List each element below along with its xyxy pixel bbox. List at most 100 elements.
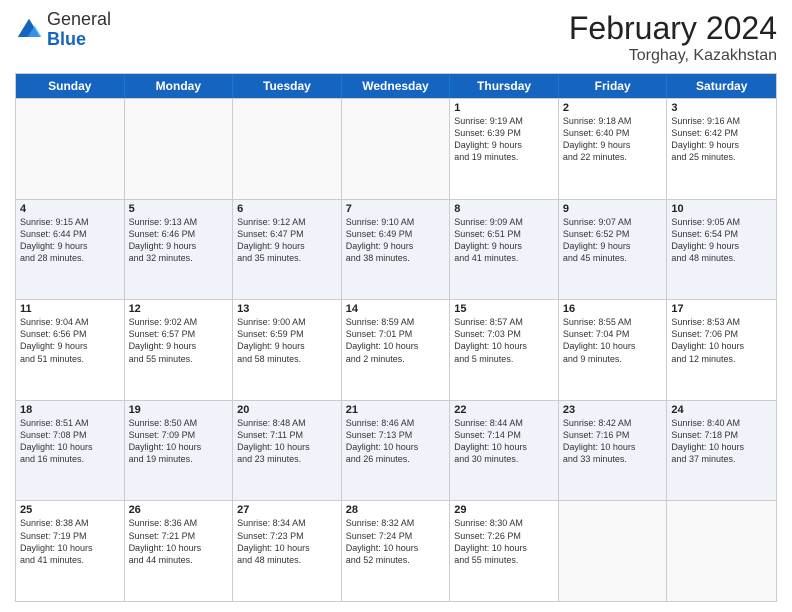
day-number: 15 [454, 303, 554, 315]
table-row: 12Sunrise: 9:02 AM Sunset: 6:57 PM Dayli… [125, 300, 234, 400]
day-number: 5 [129, 203, 229, 215]
subtitle: Torghay, Kazakhstan [569, 47, 777, 65]
table-row: 24Sunrise: 8:40 AM Sunset: 7:18 PM Dayli… [667, 401, 776, 501]
day-info: Sunrise: 8:59 AM Sunset: 7:01 PM Dayligh… [346, 316, 446, 365]
day-info: Sunrise: 8:44 AM Sunset: 7:14 PM Dayligh… [454, 417, 554, 466]
table-row: 11Sunrise: 9:04 AM Sunset: 6:56 PM Dayli… [16, 300, 125, 400]
day-number: 11 [20, 303, 120, 315]
day-number: 22 [454, 404, 554, 416]
table-row: 18Sunrise: 8:51 AM Sunset: 7:08 PM Dayli… [16, 401, 125, 501]
day-info: Sunrise: 8:32 AM Sunset: 7:24 PM Dayligh… [346, 517, 446, 566]
day-info: Sunrise: 9:19 AM Sunset: 6:39 PM Dayligh… [454, 115, 554, 164]
table-row: 26Sunrise: 8:36 AM Sunset: 7:21 PM Dayli… [125, 501, 234, 601]
table-row [233, 99, 342, 199]
day-number: 2 [563, 102, 663, 114]
table-row: 14Sunrise: 8:59 AM Sunset: 7:01 PM Dayli… [342, 300, 451, 400]
day-number: 21 [346, 404, 446, 416]
day-number: 3 [671, 102, 772, 114]
day-number: 18 [20, 404, 120, 416]
table-row: 16Sunrise: 8:55 AM Sunset: 7:04 PM Dayli… [559, 300, 668, 400]
table-row: 15Sunrise: 8:57 AM Sunset: 7:03 PM Dayli… [450, 300, 559, 400]
table-row: 7Sunrise: 9:10 AM Sunset: 6:49 PM Daylig… [342, 200, 451, 300]
day-number: 12 [129, 303, 229, 315]
header: General Blue February 2024 Torghay, Kaza… [15, 10, 777, 65]
table-row: 6Sunrise: 9:12 AM Sunset: 6:47 PM Daylig… [233, 200, 342, 300]
table-row: 9Sunrise: 9:07 AM Sunset: 6:52 PM Daylig… [559, 200, 668, 300]
table-row: 25Sunrise: 8:38 AM Sunset: 7:19 PM Dayli… [16, 501, 125, 601]
day-number: 17 [671, 303, 772, 315]
day-number: 29 [454, 504, 554, 516]
table-row: 5Sunrise: 9:13 AM Sunset: 6:46 PM Daylig… [125, 200, 234, 300]
table-row [667, 501, 776, 601]
header-sunday: Sunday [16, 74, 125, 98]
table-row: 10Sunrise: 9:05 AM Sunset: 6:54 PM Dayli… [667, 200, 776, 300]
calendar-body: 1Sunrise: 9:19 AM Sunset: 6:39 PM Daylig… [16, 98, 776, 601]
day-info: Sunrise: 8:51 AM Sunset: 7:08 PM Dayligh… [20, 417, 120, 466]
day-info: Sunrise: 8:30 AM Sunset: 7:26 PM Dayligh… [454, 517, 554, 566]
day-info: Sunrise: 8:36 AM Sunset: 7:21 PM Dayligh… [129, 517, 229, 566]
table-row: 3Sunrise: 9:16 AM Sunset: 6:42 PM Daylig… [667, 99, 776, 199]
calendar-row: 25Sunrise: 8:38 AM Sunset: 7:19 PM Dayli… [16, 500, 776, 601]
header-wednesday: Wednesday [342, 74, 451, 98]
day-info: Sunrise: 8:48 AM Sunset: 7:11 PM Dayligh… [237, 417, 337, 466]
table-row: 21Sunrise: 8:46 AM Sunset: 7:13 PM Dayli… [342, 401, 451, 501]
calendar-row: 1Sunrise: 9:19 AM Sunset: 6:39 PM Daylig… [16, 98, 776, 199]
header-monday: Monday [125, 74, 234, 98]
logo-icon [15, 16, 43, 44]
day-number: 25 [20, 504, 120, 516]
day-info: Sunrise: 9:13 AM Sunset: 6:46 PM Dayligh… [129, 216, 229, 265]
day-number: 8 [454, 203, 554, 215]
title-block: February 2024 Torghay, Kazakhstan [569, 10, 777, 65]
table-row: 23Sunrise: 8:42 AM Sunset: 7:16 PM Dayli… [559, 401, 668, 501]
day-info: Sunrise: 9:18 AM Sunset: 6:40 PM Dayligh… [563, 115, 663, 164]
table-row: 28Sunrise: 8:32 AM Sunset: 7:24 PM Dayli… [342, 501, 451, 601]
table-row [559, 501, 668, 601]
logo: General Blue [15, 10, 111, 50]
table-row: 22Sunrise: 8:44 AM Sunset: 7:14 PM Dayli… [450, 401, 559, 501]
day-info: Sunrise: 9:07 AM Sunset: 6:52 PM Dayligh… [563, 216, 663, 265]
day-number: 20 [237, 404, 337, 416]
day-info: Sunrise: 9:02 AM Sunset: 6:57 PM Dayligh… [129, 316, 229, 365]
calendar-row: 4Sunrise: 9:15 AM Sunset: 6:44 PM Daylig… [16, 199, 776, 300]
table-row [125, 99, 234, 199]
day-info: Sunrise: 8:57 AM Sunset: 7:03 PM Dayligh… [454, 316, 554, 365]
table-row: 20Sunrise: 8:48 AM Sunset: 7:11 PM Dayli… [233, 401, 342, 501]
logo-text: General Blue [47, 10, 111, 50]
day-number: 10 [671, 203, 772, 215]
day-number: 27 [237, 504, 337, 516]
day-info: Sunrise: 9:09 AM Sunset: 6:51 PM Dayligh… [454, 216, 554, 265]
day-info: Sunrise: 9:00 AM Sunset: 6:59 PM Dayligh… [237, 316, 337, 365]
day-number: 13 [237, 303, 337, 315]
day-number: 28 [346, 504, 446, 516]
day-info: Sunrise: 8:53 AM Sunset: 7:06 PM Dayligh… [671, 316, 772, 365]
day-number: 1 [454, 102, 554, 114]
table-row: 4Sunrise: 9:15 AM Sunset: 6:44 PM Daylig… [16, 200, 125, 300]
day-number: 14 [346, 303, 446, 315]
day-info: Sunrise: 8:34 AM Sunset: 7:23 PM Dayligh… [237, 517, 337, 566]
day-info: Sunrise: 8:46 AM Sunset: 7:13 PM Dayligh… [346, 417, 446, 466]
day-number: 16 [563, 303, 663, 315]
header-saturday: Saturday [667, 74, 776, 98]
header-thursday: Thursday [450, 74, 559, 98]
table-row: 2Sunrise: 9:18 AM Sunset: 6:40 PM Daylig… [559, 99, 668, 199]
calendar-row: 11Sunrise: 9:04 AM Sunset: 6:56 PM Dayli… [16, 299, 776, 400]
day-number: 4 [20, 203, 120, 215]
day-info: Sunrise: 9:16 AM Sunset: 6:42 PM Dayligh… [671, 115, 772, 164]
logo-blue: Blue [47, 29, 86, 49]
day-number: 23 [563, 404, 663, 416]
day-number: 19 [129, 404, 229, 416]
calendar-header: Sunday Monday Tuesday Wednesday Thursday… [16, 74, 776, 98]
logo-general: General [47, 9, 111, 29]
day-number: 26 [129, 504, 229, 516]
day-number: 6 [237, 203, 337, 215]
day-info: Sunrise: 8:55 AM Sunset: 7:04 PM Dayligh… [563, 316, 663, 365]
day-info: Sunrise: 8:42 AM Sunset: 7:16 PM Dayligh… [563, 417, 663, 466]
day-info: Sunrise: 8:40 AM Sunset: 7:18 PM Dayligh… [671, 417, 772, 466]
page: General Blue February 2024 Torghay, Kaza… [0, 0, 792, 612]
main-title: February 2024 [569, 10, 777, 47]
table-row: 8Sunrise: 9:09 AM Sunset: 6:51 PM Daylig… [450, 200, 559, 300]
day-info: Sunrise: 9:10 AM Sunset: 6:49 PM Dayligh… [346, 216, 446, 265]
table-row: 29Sunrise: 8:30 AM Sunset: 7:26 PM Dayli… [450, 501, 559, 601]
day-info: Sunrise: 8:38 AM Sunset: 7:19 PM Dayligh… [20, 517, 120, 566]
day-number: 24 [671, 404, 772, 416]
